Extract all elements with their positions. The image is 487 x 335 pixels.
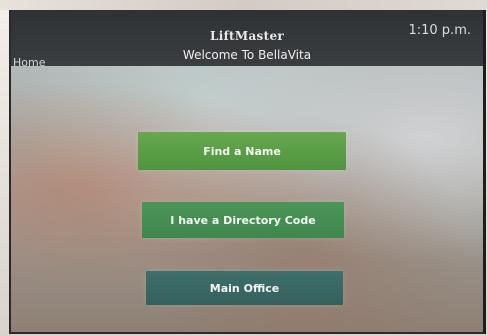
directory-code-button[interactable]: I have a Directory Code <box>142 202 344 238</box>
find-name-button[interactable]: Find a Name <box>138 132 346 170</box>
touch-screen: LiftMaster Welcome To BellaVita 1:10 p.m… <box>9 10 486 334</box>
main-office-button[interactable]: Main Office <box>146 271 343 305</box>
header-bar: LiftMaster Welcome To BellaVita 1:10 p.m… <box>11 10 483 69</box>
clock-time: 1:10 p.m. <box>408 23 471 38</box>
device-bezel <box>0 0 487 10</box>
photo-frame: LiftMaster Welcome To BellaVita 1:10 p.m… <box>0 0 487 335</box>
home-button[interactable]: Home <box>13 56 45 69</box>
welcome-title: Welcome To BellaVita <box>182 48 312 62</box>
